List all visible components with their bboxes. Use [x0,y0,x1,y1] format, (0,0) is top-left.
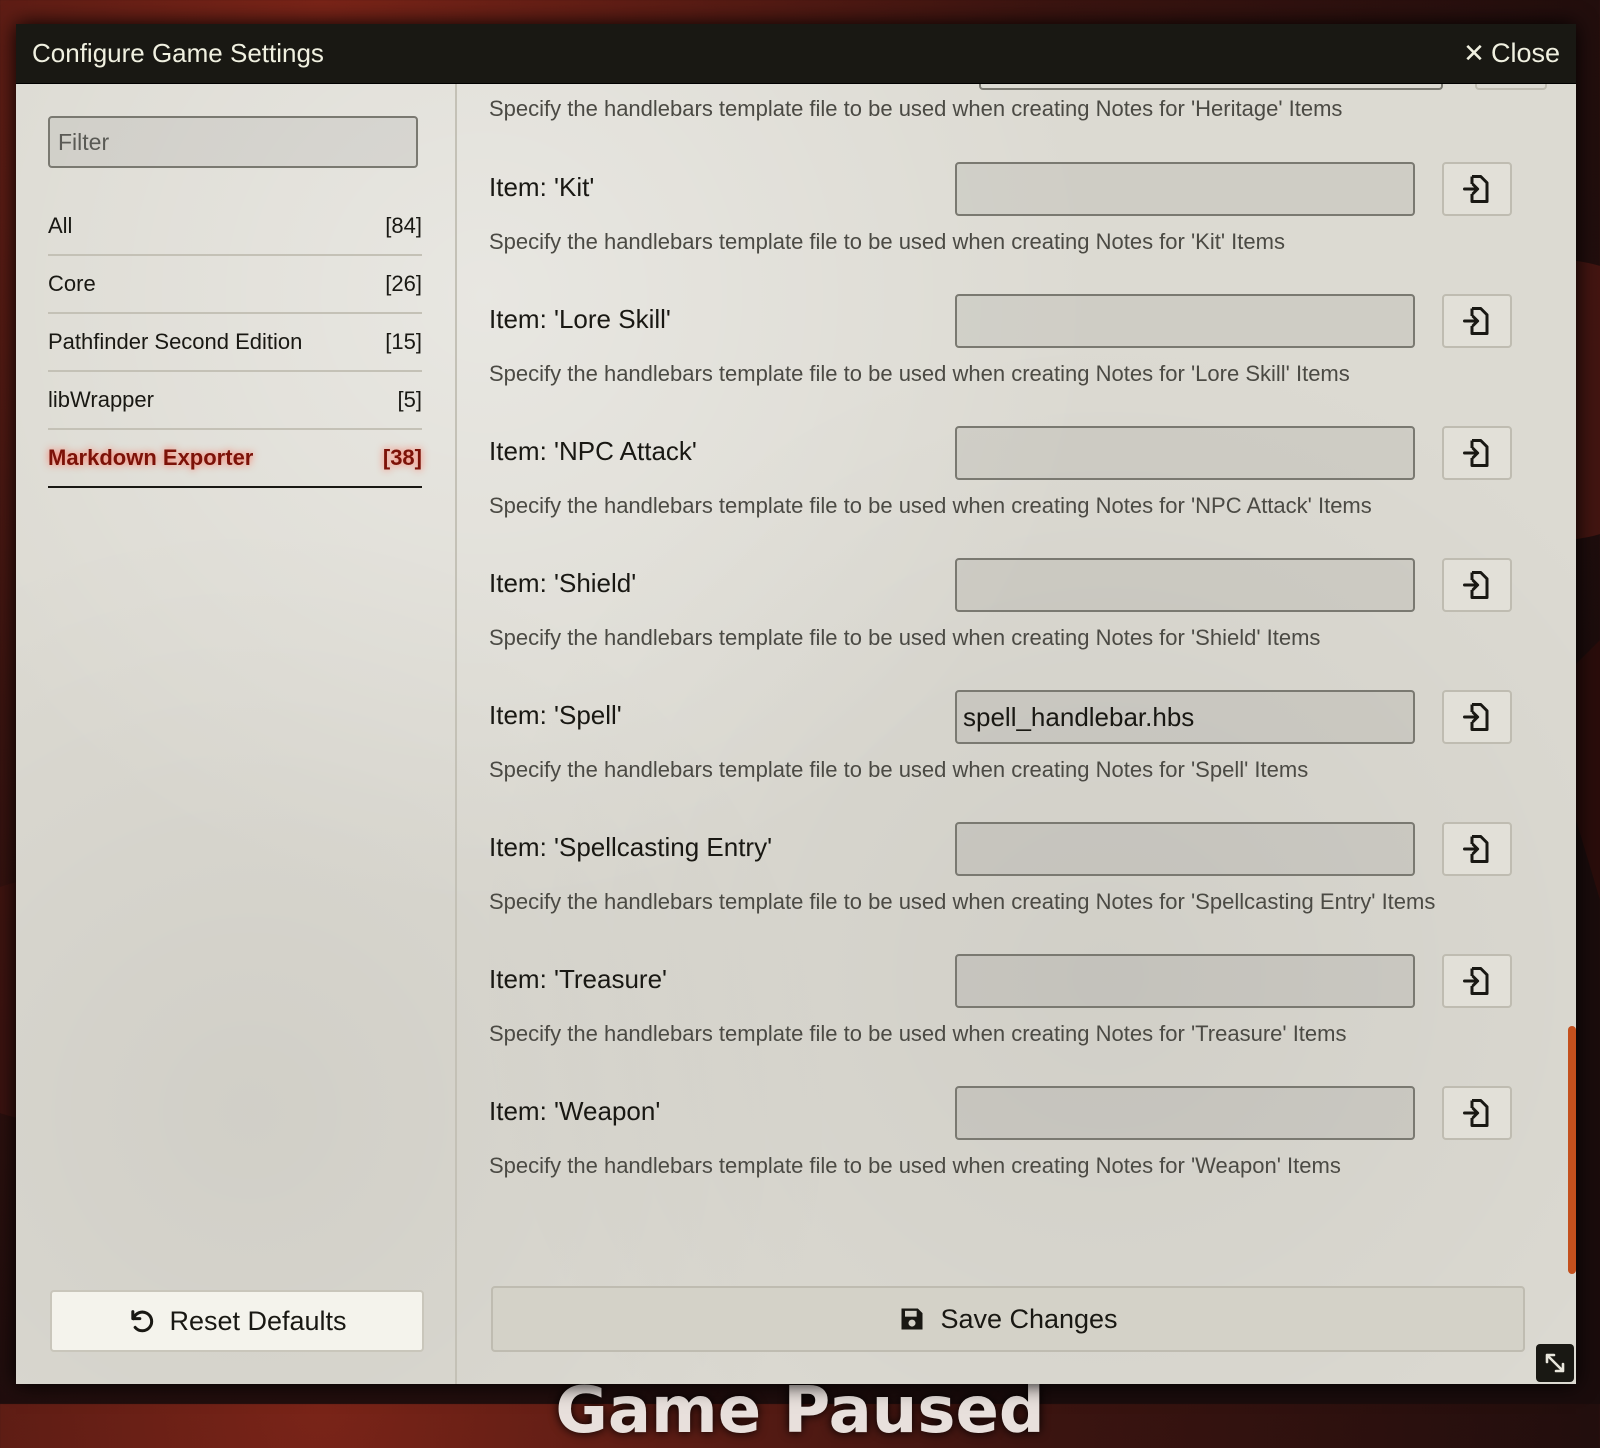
settings-sidebar: All [84] Core [26] Pathfinder Second Edi… [16,84,457,1384]
setting-item-spell: Item: 'Spell' Specify the handlebars tem… [489,690,1519,800]
scrollbar-thumb[interactable] [1568,1026,1576,1274]
category-label: Pathfinder Second Edition [48,329,303,354]
undo-icon [131,1310,154,1333]
setting-item-weapon: Item: 'Weapon' Specify the handlebars te… [489,1086,1519,1196]
settings-content: Specify the handlebars template file to … [457,84,1576,1384]
category-pathfinder-second-edition[interactable]: Pathfinder Second Edition [15] [48,314,422,372]
setting-label: Item: 'Lore Skill' [489,304,671,334]
previous-file-picker-button[interactable] [1475,84,1547,90]
close-label: Close [1490,38,1560,68]
file-picker-button[interactable] [1442,822,1512,876]
window-resize-handle[interactable] [1536,1344,1574,1382]
settings-window: Configure Game Settings ✕ Close All [84]… [16,24,1576,1384]
setting-label: Item: 'Shield' [489,568,637,598]
setting-label: Item: 'Spell' [489,700,622,730]
template-file-input[interactable] [955,954,1415,1008]
template-file-input[interactable] [955,690,1415,744]
template-file-input[interactable] [955,558,1415,612]
setting-hint: Specify the handlebars template file to … [489,757,1309,782]
close-button[interactable]: ✕ Close [1463,38,1560,69]
game-paused-overlay: Game Paused [555,1374,1045,1448]
category-label: All [48,213,73,238]
setting-item-spellcasting-entry: Item: 'Spellcasting Entry' Specify the h… [489,822,1519,932]
settings-scroll-area[interactable]: Specify the handlebars template file to … [457,84,1576,1274]
template-file-input[interactable] [955,822,1415,876]
file-import-icon [1463,835,1489,863]
category-core[interactable]: Core [26] [48,256,422,314]
setting-hint: Specify the handlebars template file to … [489,493,1372,518]
category-all[interactable]: All [84] [48,198,422,256]
category-count: [84] [385,213,422,238]
template-file-input[interactable] [955,426,1415,480]
setting-item-treasure: Item: 'Treasure' Specify the handlebars … [489,954,1519,1064]
resize-icon [1545,1353,1565,1373]
reset-defaults-label: Reset Defaults [169,1305,347,1336]
window-title: Configure Game Settings [32,38,324,68]
template-file-input[interactable] [955,294,1415,348]
setting-hint: Specify the handlebars template file to … [489,229,1285,254]
setting-hint-heritage: Specify the handlebars template file to … [489,96,1343,121]
setting-hint: Specify the handlebars template file to … [489,625,1321,650]
file-picker-button[interactable] [1442,558,1512,612]
setting-hint: Specify the handlebars template file to … [489,361,1350,386]
close-icon: ✕ [1463,38,1485,68]
file-picker-button[interactable] [1442,426,1512,480]
file-picker-button[interactable] [1442,690,1512,744]
category-count: [15] [385,329,422,354]
category-count: [26] [385,271,422,296]
file-import-icon [1463,175,1489,203]
file-import-icon [1463,1099,1489,1127]
setting-label: Item: 'Treasure' [489,964,668,994]
file-picker-button[interactable] [1442,954,1512,1008]
setting-hint: Specify the handlebars template file to … [489,1153,1341,1178]
setting-item-npc-attack: Item: 'NPC Attack' Specify the handlebar… [489,426,1519,536]
template-file-input[interactable] [955,1086,1415,1140]
filter-input[interactable] [48,116,418,168]
file-picker-button[interactable] [1442,294,1512,348]
file-import-icon [1463,703,1489,731]
setting-label: Item: 'Spellcasting Entry' [489,832,773,862]
category-count: [5] [397,387,422,412]
floppy-disk-icon [901,1308,923,1330]
category-label: libWrapper [48,387,154,412]
file-picker-button[interactable] [1442,1086,1512,1140]
file-import-icon [1463,967,1489,995]
setting-item-shield: Item: 'Shield' Specify the handlebars te… [489,558,1519,668]
category-list: All [84] Core [26] Pathfinder Second Edi… [48,198,422,488]
save-changes-label: Save Changes [940,1303,1118,1334]
reset-defaults-button[interactable]: Reset Defaults [50,1290,424,1352]
category-libwrapper[interactable]: libWrapper [5] [48,372,422,430]
file-import-icon [1463,307,1489,335]
setting-label: Item: 'Weapon' [489,1096,661,1126]
save-changes-button[interactable]: Save Changes [491,1286,1525,1352]
previous-setting-input[interactable] [979,84,1443,90]
file-picker-button[interactable] [1442,162,1512,216]
category-label: Core [48,271,96,296]
setting-item-lore-skill: Item: 'Lore Skill' Specify the handlebar… [489,294,1519,404]
setting-hint: Specify the handlebars template file to … [489,1021,1347,1046]
category-count: [38] [382,445,422,470]
setting-label: Item: 'Kit' [489,172,595,202]
setting-hint: Specify the handlebars template file to … [489,889,1436,914]
setting-item-kit: Item: 'Kit' Specify the handlebars templ… [489,162,1519,272]
category-label: Markdown Exporter [48,445,254,470]
file-import-icon [1463,439,1489,467]
window-titlebar[interactable]: Configure Game Settings ✕ Close [16,24,1576,84]
category-markdown-exporter[interactable]: Markdown Exporter [38] [48,430,422,488]
template-file-input[interactable] [955,162,1415,216]
file-import-icon [1463,571,1489,599]
setting-label: Item: 'NPC Attack' [489,436,697,466]
